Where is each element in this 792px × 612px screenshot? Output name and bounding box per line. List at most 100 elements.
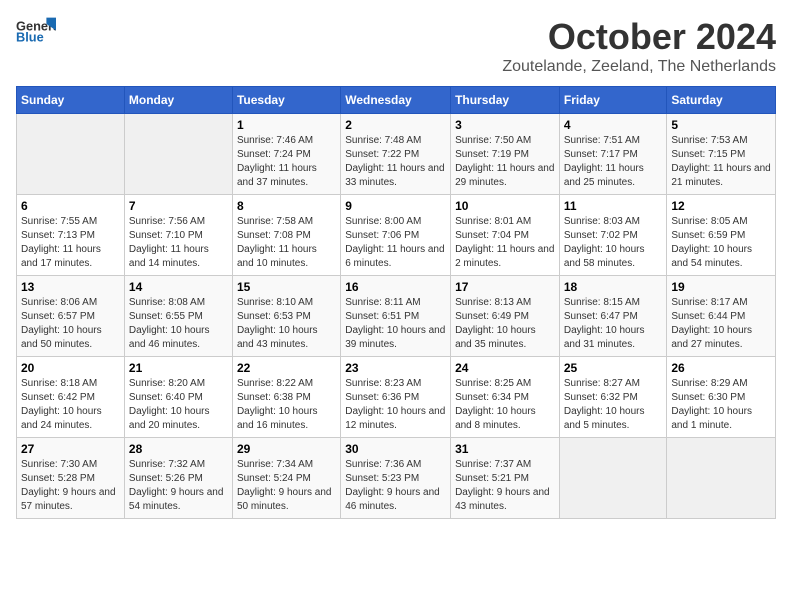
day-number: 2 [345,118,446,132]
day-number: 29 [237,442,336,456]
day-info: Sunrise: 8:15 AMSunset: 6:47 PMDaylight:… [564,296,663,352]
day-info: Sunrise: 8:27 AMSunset: 6:32 PMDaylight:… [564,377,663,433]
day-info: Sunrise: 7:36 AMSunset: 5:23 PMDaylight:… [345,458,446,514]
calendar-cell: 5 Sunrise: 7:53 AMSunset: 7:15 PMDaylight… [667,114,776,195]
calendar-cell: 12 Sunrise: 8:05 AMSunset: 6:59 PMDayligh… [667,195,776,276]
calendar-cell: 24 Sunrise: 8:25 AMSunset: 6:34 PMDayligh… [451,357,560,438]
calendar-cell: 10 Sunrise: 8:01 AMSunset: 7:04 PMDayligh… [451,195,560,276]
day-info: Sunrise: 7:56 AMSunset: 7:10 PMDaylight:… [129,215,228,271]
day-info: Sunrise: 7:51 AMSunset: 7:17 PMDaylight:… [564,134,663,190]
weekday-header: Saturday [667,87,776,114]
day-number: 8 [237,199,336,213]
weekday-header: Sunday [17,87,125,114]
day-number: 16 [345,280,446,294]
day-number: 1 [237,118,336,132]
calendar-cell: 26 Sunrise: 8:29 AMSunset: 6:30 PMDayligh… [667,357,776,438]
day-info: Sunrise: 8:22 AMSunset: 6:38 PMDaylight:… [237,377,336,433]
calendar-cell: 31 Sunrise: 7:37 AMSunset: 5:21 PMDayligh… [451,438,560,519]
day-info: Sunrise: 8:00 AMSunset: 7:06 PMDaylight:… [345,215,446,271]
calendar-cell: 28Sunrise: 7:32 AMSunset: 5:26 PMDayligh… [124,438,232,519]
day-info: Sunrise: 8:10 AMSunset: 6:53 PMDaylight:… [237,296,336,352]
day-number: 12 [671,199,771,213]
logo: General Blue [16,16,56,44]
day-info: Sunrise: 7:53 AMSunset: 7:15 PMDaylight:… [671,134,771,190]
day-info: Sunrise: 7:48 AMSunset: 7:22 PMDaylight:… [345,134,446,190]
day-info: Sunrise: 8:29 AMSunset: 6:30 PMDaylight:… [671,377,771,433]
calendar-cell: 25 Sunrise: 8:27 AMSunset: 6:32 PMDayligh… [559,357,667,438]
day-info: Sunrise: 8:25 AMSunset: 6:34 PMDaylight:… [455,377,555,433]
day-number: 30 [345,442,446,456]
day-number: 5 [671,118,771,132]
day-info: Sunrise: 8:01 AMSunset: 7:04 PMDaylight:… [455,215,555,271]
day-info: Sunrise: 8:05 AMSunset: 6:59 PMDaylight:… [671,215,771,271]
calendar-week-row: 20 Sunrise: 8:18 AMSunset: 6:42 PMDayligh… [17,357,776,438]
calendar-cell: 27 Sunrise: 7:30 AMSunset: 5:28 PMDayligh… [17,438,125,519]
day-number: 24 [455,361,555,375]
day-info: Sunrise: 7:37 AMSunset: 5:21 PMDaylight:… [455,458,555,514]
day-number: 4 [564,118,663,132]
weekday-header: Monday [124,87,232,114]
day-number: 19 [671,280,771,294]
day-number: 23 [345,361,446,375]
day-info: Sunrise: 8:06 AMSunset: 6:57 PMDaylight:… [21,296,120,352]
day-info: Sunrise: 8:18 AMSunset: 6:42 PMDaylight:… [21,377,120,433]
day-number: 20 [21,361,120,375]
day-number: 6 [21,199,120,213]
day-info: Sunrise: 7:46 AMSunset: 7:24 PMDaylight:… [237,134,336,190]
calendar-week-row: 27 Sunrise: 7:30 AMSunset: 5:28 PMDayligh… [17,438,776,519]
calendar-cell: 6Sunrise: 7:55 AMSunset: 7:13 PMDaylight… [17,195,125,276]
header-row: SundayMondayTuesdayWednesdayThursdayFrid… [17,87,776,114]
day-info: Sunrise: 8:08 AMSunset: 6:55 PMDaylight:… [129,296,228,352]
day-info: Sunrise: 7:30 AMSunset: 5:28 PMDaylight:… [21,458,120,514]
calendar-cell: 2 Sunrise: 7:48 AMSunset: 7:22 PMDaylight… [341,114,451,195]
calendar-cell: 14Sunrise: 8:08 AMSunset: 6:55 PMDayligh… [124,276,232,357]
weekday-header: Tuesday [232,87,340,114]
title-area: October 2024 Zoutelande, Zeeland, The Ne… [502,16,776,76]
day-info: Sunrise: 7:50 AMSunset: 7:19 PMDaylight:… [455,134,555,190]
day-number: 22 [237,361,336,375]
calendar-cell [667,438,776,519]
svg-text:Blue: Blue [16,30,44,44]
day-info: Sunrise: 8:11 AMSunset: 6:51 PMDaylight:… [345,296,446,352]
day-number: 31 [455,442,555,456]
day-number: 18 [564,280,663,294]
month-title: October 2024 [502,16,776,58]
day-number: 10 [455,199,555,213]
calendar-cell: 20 Sunrise: 8:18 AMSunset: 6:42 PMDayligh… [17,357,125,438]
calendar-cell: 9Sunrise: 8:00 AMSunset: 7:06 PMDaylight… [341,195,451,276]
day-number: 13 [21,280,120,294]
day-info: Sunrise: 8:20 AMSunset: 6:40 PMDaylight:… [129,377,228,433]
day-number: 15 [237,280,336,294]
day-info: Sunrise: 7:34 AMSunset: 5:24 PMDaylight:… [237,458,336,514]
day-number: 26 [671,361,771,375]
calendar-week-row: 13 Sunrise: 8:06 AMSunset: 6:57 PMDayligh… [17,276,776,357]
calendar-cell: 3 Sunrise: 7:50 AMSunset: 7:19 PMDaylight… [451,114,560,195]
calendar-cell: 7 Sunrise: 7:56 AMSunset: 7:10 PMDaylight… [124,195,232,276]
day-number: 25 [564,361,663,375]
calendar-cell: 29 Sunrise: 7:34 AMSunset: 5:24 PMDayligh… [232,438,340,519]
calendar-cell: 21 Sunrise: 8:20 AMSunset: 6:40 PMDayligh… [124,357,232,438]
location-title: Zoutelande, Zeeland, The Netherlands [502,58,776,76]
day-number: 21 [129,361,228,375]
day-number: 3 [455,118,555,132]
day-info: Sunrise: 8:13 AMSunset: 6:49 PMDaylight:… [455,296,555,352]
day-number: 11 [564,199,663,213]
calendar-cell: 17Sunrise: 8:13 AMSunset: 6:49 PMDayligh… [451,276,560,357]
day-number: 27 [21,442,120,456]
calendar-cell [559,438,667,519]
calendar-cell: 4 Sunrise: 7:51 AMSunset: 7:17 PMDaylight… [559,114,667,195]
calendar-cell: 22 Sunrise: 8:22 AMSunset: 6:38 PMDayligh… [232,357,340,438]
calendar-table: SundayMondayTuesdayWednesdayThursdayFrid… [16,86,776,519]
general-blue-icon: General Blue [16,16,56,44]
day-info: Sunrise: 8:03 AMSunset: 7:02 PMDaylight:… [564,215,663,271]
day-info: Sunrise: 8:17 AMSunset: 6:44 PMDaylight:… [671,296,771,352]
calendar-cell: 19 Sunrise: 8:17 AMSunset: 6:44 PMDayligh… [667,276,776,357]
calendar-cell: 11 Sunrise: 8:03 AMSunset: 7:02 PMDayligh… [559,195,667,276]
weekday-header: Thursday [451,87,560,114]
day-number: 7 [129,199,228,213]
calendar-cell [124,114,232,195]
calendar-cell: 8Sunrise: 7:58 AMSunset: 7:08 PMDaylight… [232,195,340,276]
day-info: Sunrise: 8:23 AMSunset: 6:36 PMDaylight:… [345,377,446,433]
calendar-cell: 30 Sunrise: 7:36 AMSunset: 5:23 PMDayligh… [341,438,451,519]
day-number: 28 [129,442,228,456]
